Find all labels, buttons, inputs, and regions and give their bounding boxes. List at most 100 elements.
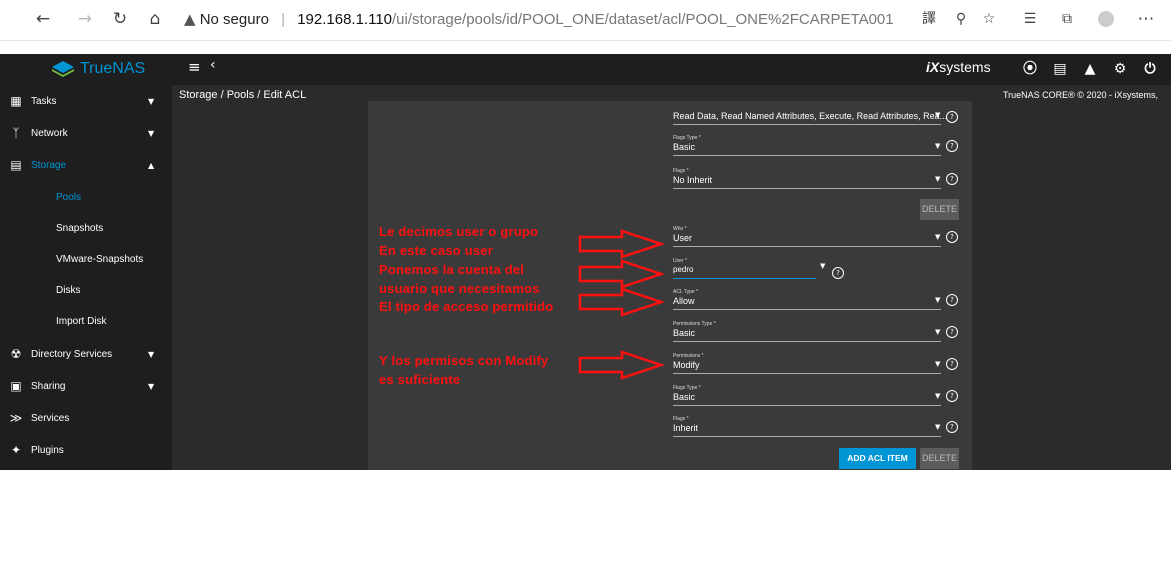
sidebar-subitem-import-disk[interactable]: Import Disk [0, 306, 172, 337]
sidebar-subitem-label: VMware-Snapshots [56, 254, 144, 265]
directory-icon: ☢ [10, 347, 22, 361]
field-value: Read Data, Read Named Attributes, Execut… [673, 111, 948, 121]
help-icon[interactable]: ? [946, 173, 958, 185]
sidebar-subitem-vmware-snapshots[interactable]: VMware-Snapshots [0, 244, 172, 275]
refresh-icon[interactable]: ↻ [109, 8, 131, 30]
sidebar-subitem-label: Pools [56, 192, 82, 203]
help-icon[interactable]: ? [946, 390, 958, 402]
url-path: /ui/storage/pools/id/POOL_ONE/dataset/ac… [392, 11, 894, 28]
add-acl-item-button[interactable]: ADD ACL ITEM [839, 448, 916, 469]
collections-icon[interactable]: ⧉ [1056, 8, 1078, 30]
field-value: Modify [673, 360, 700, 370]
dropdown-caret-icon: ▼ [935, 175, 941, 183]
delete-button[interactable]: DELETE [920, 199, 959, 220]
help-icon[interactable]: ? [946, 294, 958, 306]
field-underline [673, 373, 941, 374]
help-icon[interactable]: ? [946, 111, 958, 123]
field-value: Allow [673, 296, 695, 306]
field-value: Basic [673, 142, 696, 152]
security-status: No seguro [199, 11, 269, 28]
sidebar-item-label: Storage [31, 160, 67, 171]
breadcrumb: Storage / Pools / Edit ACL [179, 89, 307, 101]
field-label: Flags Type * [673, 385, 701, 391]
settings-gear-icon[interactable]: ⚙ [1112, 59, 1128, 79]
red-arrow-icon [578, 350, 664, 380]
user-input[interactable]: pedro [673, 265, 693, 274]
truecommand-icon[interactable]: ⦿ [1022, 59, 1038, 79]
task-manager-icon[interactable]: ▤ [1052, 59, 1068, 79]
app-topbar [0, 54, 1171, 85]
field-underline [673, 124, 941, 125]
topbar-actions: ⦿ ▤ ▲ ⚙ ⏻ [1022, 59, 1158, 79]
field-label: User * [673, 258, 687, 264]
sidebar-item-label: Network [31, 128, 68, 139]
help-icon[interactable]: ? [946, 421, 958, 433]
dropdown-caret-icon: ▼ [935, 296, 941, 304]
sidebar-subitem-label: Import Disk [56, 316, 107, 327]
sidebar-item-plugins[interactable]: ✦ Plugins [0, 435, 172, 466]
favorites-list-icon[interactable]: ☰ [1019, 8, 1041, 30]
sidebar-item-label: Tasks [31, 96, 57, 107]
notifications-bell-icon[interactable]: ▲ [1082, 59, 1098, 79]
sidebar-item-sharing[interactable]: ▣ Sharing ▼ [0, 371, 172, 402]
field-underline [673, 278, 816, 279]
field-label: Flags Type * [673, 135, 701, 141]
sidebar-item-services[interactable]: ≫ Services [0, 403, 172, 434]
collapse-chevron-icon[interactable]: ‹ [210, 57, 216, 73]
annotation-text: El tipo de acceso permitido [379, 299, 554, 314]
dropdown-caret-icon: ▼ [935, 233, 941, 241]
brand-name: TrueNAS [80, 60, 146, 77]
dropdown-caret-icon: ▼ [935, 360, 941, 368]
hamburger-menu-icon[interactable]: ≡ [188, 58, 201, 76]
services-icon: ≫ [9, 411, 23, 425]
sidebar-item-tasks[interactable]: ▦ Tasks ▼ [0, 86, 172, 117]
field-value: Basic [673, 328, 696, 338]
help-icon[interactable]: ? [946, 231, 958, 243]
plugins-icon: ✦ [10, 443, 22, 457]
sidebar-item-label: Plugins [31, 445, 64, 456]
sidebar-subitem-disks[interactable]: Disks [0, 275, 172, 306]
help-icon[interactable]: ? [946, 326, 958, 338]
profile-avatar-icon[interactable] [1095, 8, 1117, 30]
annotation-text: Ponemos la cuenta del [379, 262, 525, 277]
sidebar-subitem-pools[interactable]: Pools [0, 182, 172, 213]
dropdown-caret-icon: ▼ [820, 262, 826, 270]
field-label: Permissions Type * [673, 321, 716, 327]
favorite-star-icon[interactable]: ☆ [978, 8, 1000, 30]
power-icon[interactable]: ⏻ [1142, 59, 1158, 79]
chevron-up-icon: ▲ [148, 161, 155, 170]
field-underline [673, 246, 941, 247]
dropdown-caret-icon: ▼ [935, 423, 941, 431]
sidebar-subitem-snapshots[interactable]: Snapshots [0, 213, 172, 244]
sidebar-item-storage[interactable]: ▤ Storage ▲ [0, 150, 172, 181]
sidebar-subitem-label: Disks [56, 285, 81, 296]
field-underline [673, 436, 941, 437]
ix-mark-icon: iX [926, 59, 940, 75]
delete-button-2[interactable]: DELETE [920, 448, 959, 469]
chevron-down-icon: ▼ [148, 382, 155, 391]
annotation-text: usuario que necesitamos [379, 281, 540, 296]
annotation-text: En este caso user [379, 243, 493, 258]
more-menu-icon[interactable]: ⋯ [1135, 8, 1157, 30]
sidebar-item-network[interactable]: ᛉ Network ▼ [0, 118, 172, 149]
help-icon[interactable]: ? [946, 358, 958, 370]
warning-icon: ▲ [184, 10, 196, 28]
chevron-down-icon: ▼ [148, 97, 155, 106]
field-label: Permissions * [673, 353, 704, 359]
field-label: Flags * [673, 416, 689, 422]
back-arrow-icon[interactable]: ← [32, 8, 54, 30]
annotation-text: es suficiente [379, 372, 461, 387]
dropdown-caret-icon: ▼ [935, 142, 941, 150]
sidebar-item-directory-services[interactable]: ☢ Directory Services ▼ [0, 339, 172, 370]
translate-icon[interactable]: 譯 [918, 8, 940, 30]
zoom-icon[interactable]: ⚲ [950, 8, 972, 30]
url-host: 192.168.1.110 [297, 11, 392, 28]
sidebar-subitem-label: Snapshots [56, 223, 104, 234]
truenas-logo[interactable]: TrueNAS [52, 58, 145, 80]
forward-arrow-icon[interactable]: → [74, 8, 96, 30]
help-icon[interactable]: ? [832, 267, 844, 279]
help-icon[interactable]: ? [946, 140, 958, 152]
field-value: Inherit [673, 423, 699, 433]
home-icon[interactable]: ⌂ [144, 8, 166, 30]
field-underline [673, 309, 941, 310]
